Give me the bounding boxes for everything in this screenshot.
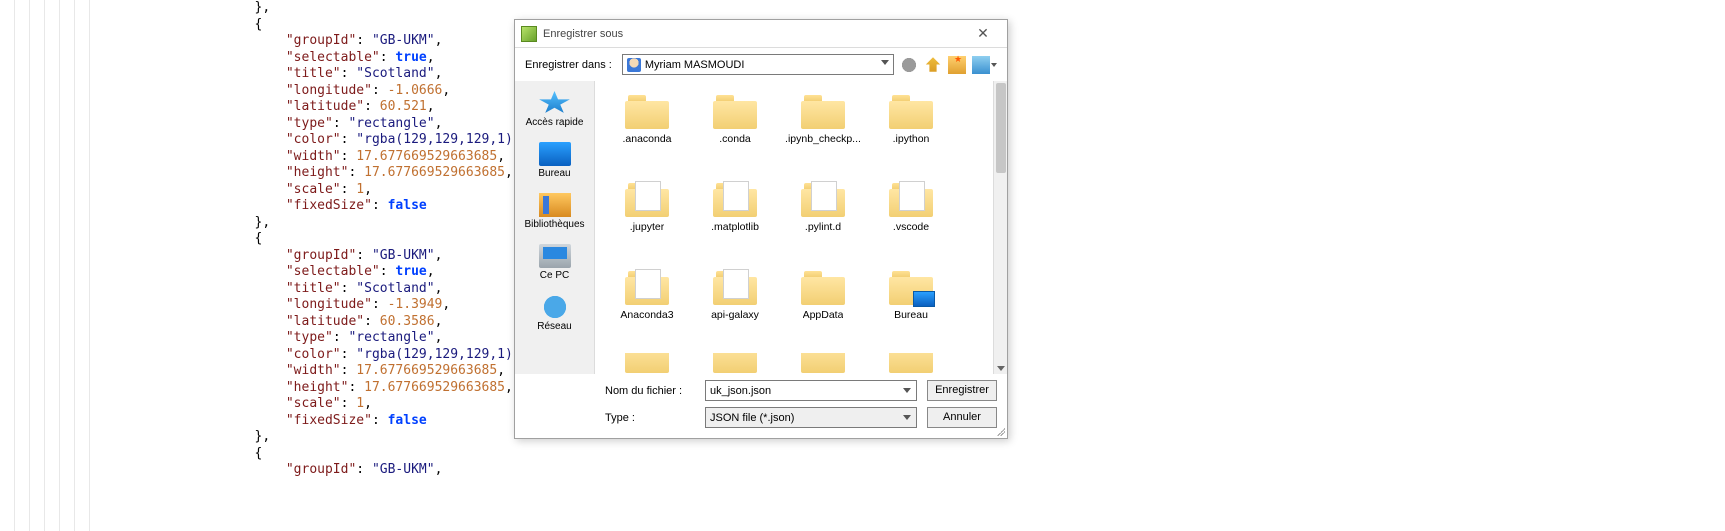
folder-item[interactable]: Anaconda3 xyxy=(603,265,691,353)
close-icon[interactable]: ✕ xyxy=(965,24,1001,44)
folder-item[interactable]: .matplotlib xyxy=(691,177,779,265)
folder-item[interactable]: .conda xyxy=(691,89,779,177)
place-icon xyxy=(539,91,571,115)
place-icon xyxy=(539,193,571,217)
folder-item[interactable]: .ipynb_checkp... xyxy=(779,89,867,177)
place-item[interactable]: Réseau xyxy=(519,291,591,340)
views-menu[interactable] xyxy=(972,56,997,74)
resize-grip-icon[interactable] xyxy=(995,426,1005,436)
folder-icon xyxy=(801,271,845,305)
folder-icon xyxy=(801,95,845,129)
folder-item[interactable]: .pylint.d xyxy=(779,177,867,265)
app-icon xyxy=(521,26,537,42)
folder-item[interactable]: .jupyter xyxy=(603,177,691,265)
folder-item[interactable]: .anaconda xyxy=(603,89,691,177)
folder-icon xyxy=(713,271,757,305)
place-item[interactable]: Accès rapide xyxy=(519,87,591,136)
folder-label: AppData xyxy=(803,309,844,321)
place-icon xyxy=(539,244,571,268)
folder-label: .ipynb_checkp... xyxy=(785,133,861,145)
chevron-down-icon xyxy=(991,63,997,67)
dialog-title: Enregistrer sous xyxy=(543,28,965,40)
chevron-down-icon xyxy=(903,415,911,420)
folder-label: .conda xyxy=(719,133,751,145)
folder-icon xyxy=(713,95,757,129)
dialog-footer: Nom du fichier : uk_json.json Enregistre… xyxy=(515,374,1007,438)
folder-icon xyxy=(801,353,845,373)
place-label: Ce PC xyxy=(521,270,589,281)
place-item[interactable]: Bibliothèques xyxy=(519,189,591,238)
new-folder-icon[interactable] xyxy=(948,56,966,74)
folder-icon xyxy=(625,183,669,217)
folder-item[interactable]: Bureau xyxy=(867,265,955,353)
save-button[interactable]: Enregistrer xyxy=(927,380,997,401)
files-grid[interactable]: .anaconda .conda .ipynb_checkp... .ipyth… xyxy=(595,81,993,374)
folder-label: .vscode xyxy=(893,221,929,233)
dialog-titlebar[interactable]: Enregistrer sous ✕ xyxy=(515,20,1007,48)
vertical-scrollbar[interactable] xyxy=(993,81,1007,374)
files-area: .anaconda .conda .ipynb_checkp... .ipyth… xyxy=(595,81,1007,374)
folder-item[interactable]: .ipython xyxy=(867,89,955,177)
folder-icon xyxy=(889,271,933,305)
place-label: Bibliothèques xyxy=(521,219,589,230)
folder-icon xyxy=(625,271,669,305)
folder-label: .ipython xyxy=(893,133,930,145)
folder-item[interactable]: api-galaxy xyxy=(691,265,779,353)
folder-label: api-galaxy xyxy=(711,309,759,321)
folder-label: .jupyter xyxy=(630,221,664,233)
code-text[interactable]: }, { "groupId": "GB-UKM", "selectable": … xyxy=(90,0,529,531)
location-value: Myriam MASMOUDI xyxy=(645,59,745,71)
place-label: Réseau xyxy=(521,321,589,332)
scroll-down-icon[interactable] xyxy=(997,366,1005,371)
folder-item[interactable] xyxy=(691,353,779,374)
type-value: JSON file (*.json) xyxy=(710,412,794,424)
dialog-body: Accès rapide Bureau Bibliothèques Ce PC … xyxy=(515,81,1007,374)
place-icon xyxy=(539,295,571,319)
folder-item[interactable] xyxy=(779,353,867,374)
views-icon xyxy=(972,56,990,74)
folder-icon xyxy=(625,353,669,373)
location-select[interactable]: Myriam MASMOUDI xyxy=(622,54,894,75)
place-item[interactable]: Bureau xyxy=(519,138,591,187)
cancel-button[interactable]: Annuler xyxy=(927,407,997,428)
folder-label: .matplotlib xyxy=(711,221,759,233)
folder-item[interactable]: AppData xyxy=(779,265,867,353)
save-in-label: Enregistrer dans : xyxy=(525,59,612,71)
code-gutter xyxy=(0,0,90,531)
chevron-down-icon xyxy=(903,388,911,393)
place-item[interactable]: Ce PC xyxy=(519,240,591,289)
place-icon xyxy=(539,142,571,166)
filename-value: uk_json.json xyxy=(710,385,771,397)
scroll-thumb[interactable] xyxy=(996,83,1006,173)
filename-label: Nom du fichier : xyxy=(605,385,695,397)
folder-icon xyxy=(889,95,933,129)
places-bar: Accès rapide Bureau Bibliothèques Ce PC … xyxy=(515,81,595,374)
location-toolbar: Enregistrer dans : Myriam MASMOUDI xyxy=(515,48,1007,81)
filename-input[interactable]: uk_json.json xyxy=(705,380,917,401)
folder-icon xyxy=(889,353,933,373)
place-label: Bureau xyxy=(521,168,589,179)
folder-label: .anaconda xyxy=(622,133,671,145)
folder-label: Anaconda3 xyxy=(620,309,673,321)
folder-icon xyxy=(625,95,669,129)
user-icon xyxy=(627,58,641,72)
type-label: Type : xyxy=(605,412,695,424)
back-icon[interactable] xyxy=(900,56,918,74)
folder-icon xyxy=(713,353,757,373)
folder-icon xyxy=(713,183,757,217)
save-as-dialog: Enregistrer sous ✕ Enregistrer dans : My… xyxy=(514,19,1008,439)
folder-item[interactable] xyxy=(867,353,955,374)
folder-item[interactable] xyxy=(603,353,691,374)
folder-label: Bureau xyxy=(894,309,928,321)
chevron-down-icon xyxy=(881,60,889,65)
up-one-level-icon[interactable] xyxy=(924,56,942,74)
type-select[interactable]: JSON file (*.json) xyxy=(705,407,917,428)
folder-icon xyxy=(801,183,845,217)
folder-icon xyxy=(889,183,933,217)
folder-item[interactable]: .vscode xyxy=(867,177,955,265)
place-label: Accès rapide xyxy=(521,117,589,128)
folder-label: .pylint.d xyxy=(805,221,841,233)
